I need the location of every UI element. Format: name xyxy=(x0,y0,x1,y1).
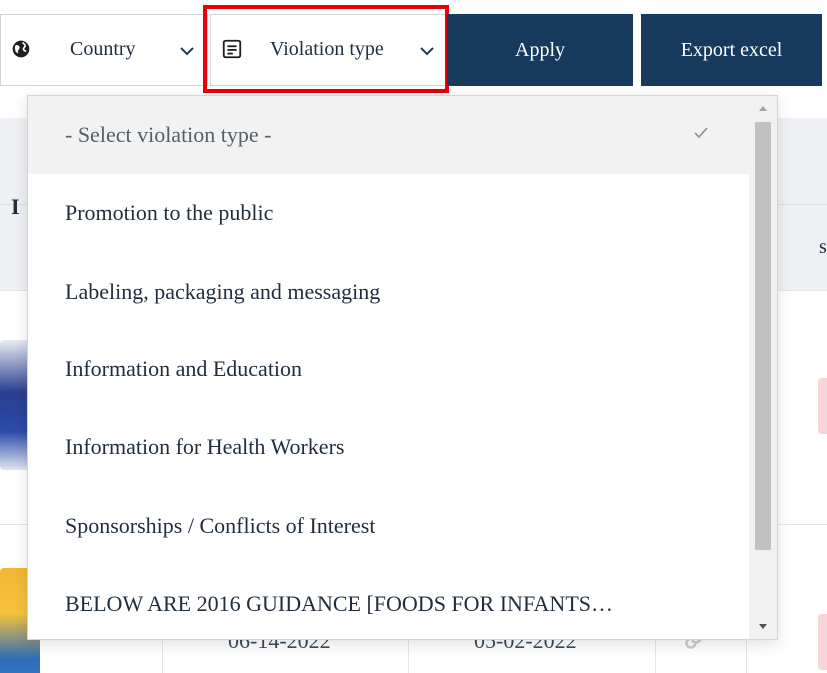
dropdown-option[interactable]: Information and Education xyxy=(28,330,750,408)
document-icon xyxy=(222,39,242,59)
option-label: Information and Education xyxy=(65,356,303,381)
export-excel-button[interactable]: Export excel xyxy=(641,14,822,86)
chevron-down-icon xyxy=(180,47,194,56)
status-badge xyxy=(818,614,827,670)
dropdown-option[interactable]: Information for Health Workers xyxy=(28,408,750,486)
country-select[interactable]: Country xyxy=(0,14,208,86)
scroll-down-arrow-icon[interactable] xyxy=(749,615,777,639)
option-label: BELOW ARE 2016 GUIDANCE [FOODS FOR INFAN… xyxy=(65,591,613,616)
dropdown-option[interactable]: Sponsorships / Conflicts of Interest xyxy=(28,487,750,565)
violation-type-dropdown[interactable]: - Select violation type - Promotion to t… xyxy=(27,95,778,640)
page: I s 06-14-2022 05-02-2022 Country Violat… xyxy=(0,0,827,673)
checkmark-icon xyxy=(694,127,708,139)
dropdown-scrollbar[interactable] xyxy=(749,96,777,639)
option-label: Information for Health Workers xyxy=(65,434,345,459)
table-header-fragment: I xyxy=(11,194,20,219)
dropdown-option[interactable]: Promotion to the public xyxy=(28,174,750,252)
scroll-up-arrow-icon[interactable] xyxy=(749,96,777,120)
violation-type-select[interactable]: Violation type xyxy=(210,14,446,86)
dropdown-option[interactable]: BELOW ARE 2016 GUIDANCE [FOODS FOR INFAN… xyxy=(28,565,750,639)
status-badge xyxy=(818,378,827,434)
option-label: Labeling, packaging and messaging xyxy=(65,279,381,304)
table-header-fragment-right: s xyxy=(819,236,827,258)
dropdown-option[interactable]: - Select violation type - xyxy=(28,96,750,174)
scrollbar-thumb[interactable] xyxy=(755,122,771,550)
option-label: Sponsorships / Conflicts of Interest xyxy=(65,513,376,538)
dropdown-option[interactable]: Labeling, packaging and messaging xyxy=(28,253,750,331)
globe-icon xyxy=(12,40,30,58)
option-label: - Select violation type - xyxy=(65,122,272,147)
apply-button[interactable]: Apply xyxy=(447,14,633,86)
chevron-down-icon xyxy=(420,47,434,56)
country-label: Country xyxy=(70,38,136,60)
option-label: Promotion to the public xyxy=(65,200,274,225)
violation-type-label: Violation type xyxy=(270,38,384,60)
